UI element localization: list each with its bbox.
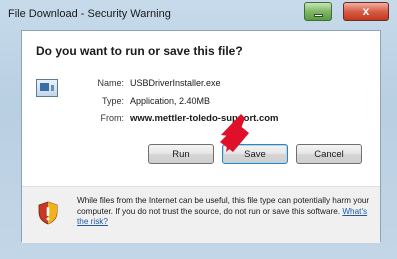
- name-value: USBDriverInstaller.exe: [130, 78, 221, 88]
- title-bar[interactable]: File Download - Security Warning x: [0, 0, 397, 30]
- run-button[interactable]: Run: [148, 144, 214, 164]
- from-label: From:: [100, 113, 125, 123]
- warning-message: While files from the Internet can be use…: [77, 196, 370, 216]
- download-dialog: File Download - Security Warning x Do yo…: [0, 0, 397, 259]
- close-button[interactable]: x: [343, 2, 389, 21]
- type-value: Application, 2.40MB: [130, 96, 211, 106]
- from-value: www.mettler-toledo-support.com: [130, 113, 279, 124]
- name-label: Name:: [97, 78, 124, 88]
- warning-footer: While files from the Internet can be use…: [22, 186, 380, 243]
- window-title: File Download - Security Warning: [8, 8, 171, 20]
- dialog-body: Do you want to run or save this file? Na…: [21, 30, 381, 243]
- cancel-button[interactable]: Cancel: [296, 144, 362, 164]
- application-file-icon: [36, 79, 58, 97]
- type-label: Type:: [101, 96, 124, 106]
- save-button[interactable]: Save: [222, 144, 288, 164]
- close-icon: x: [362, 4, 370, 18]
- security-shield-icon: [38, 201, 58, 225]
- question-heading: Do you want to run or save this file?: [36, 44, 243, 58]
- minimize-button[interactable]: [304, 2, 332, 21]
- warning-text: While files from the Internet can be use…: [77, 196, 377, 228]
